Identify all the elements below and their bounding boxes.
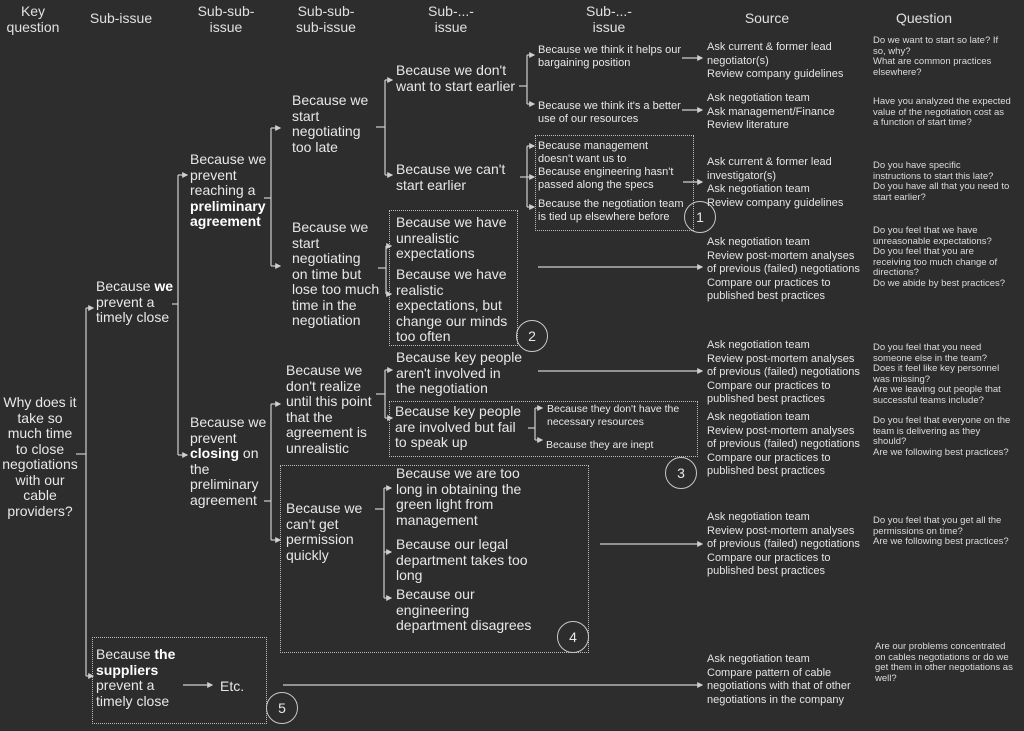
issue-specs: Because engineering hasn't passed along … (538, 166, 674, 191)
issue-change-minds: Because we have realistic expectations, … (396, 266, 508, 344)
sub-sub-issue-closing: Because we prevent closing on the prelim… (190, 414, 267, 508)
question-5: Do you feel that you need someone else i… (873, 342, 1001, 406)
source-6: Ask negotiation team Review post-mortem … (707, 411, 860, 477)
issue-engineering: Because our engineering department disag… (396, 586, 532, 633)
issue-resources: Because we think it's a better use of ou… (538, 100, 681, 125)
source-8: Ask negotiation team Compare pattern of … (707, 653, 851, 706)
sub-sub-issue-preliminary: Because we prevent reaching a preliminar… (190, 151, 267, 229)
header-sub-n-issue-1: Sub-...- issue (428, 3, 474, 35)
group-number-5: 5 (266, 692, 298, 724)
group-number-4: 4 (557, 621, 589, 653)
issue-management: Because management doesn't want us to (538, 140, 649, 165)
group-number-3: 3 (665, 457, 697, 489)
issue-bargaining: Because we think it helps our bargaining… (538, 44, 682, 69)
question-6: Do you feel that everyone on the team is… (873, 415, 1011, 458)
issue-lose-time: Because we start negotiating on time but… (292, 219, 380, 328)
header-source: Source (744, 10, 790, 26)
group-box-5 (92, 637, 267, 724)
issue-legal: Because our legal department takes too l… (396, 536, 528, 583)
issue-key-fail-speak: Because key people are involved but fail… (395, 403, 522, 450)
question-1: Do we want to start so late? If so, why?… (873, 35, 999, 78)
source-2: Ask negotiation team Ask management/Fina… (707, 92, 835, 131)
issue-no-resources: Because they don't have the necessary re… (547, 403, 680, 428)
issue-inept: Because they are inept (546, 439, 654, 451)
header-key-question: Key question (6, 3, 60, 35)
header-sub-sub-issue: Sub-sub- issue (197, 3, 255, 35)
source-3: Ask current & former lead investigator(s… (707, 156, 844, 209)
question-2: Have you analyzed the expected value of … (873, 96, 1011, 128)
group-number-2: 2 (516, 320, 548, 352)
question-4: Do you feel that we have unreasonable ex… (873, 225, 1006, 289)
issue-green-light: Because we are too long in obtaining the… (396, 465, 522, 528)
source-1: Ask current & former lead negotiator(s) … (707, 41, 844, 80)
question-3: Do you have specific instructions to sta… (873, 160, 1010, 203)
source-5: Ask negotiation team Review post-mortem … (707, 339, 860, 405)
issue-unrealistic: Because we have unrealistic expectations (396, 214, 507, 261)
header-question: Question (895, 10, 953, 26)
header-sub-issue: Sub-issue (89, 10, 153, 26)
issue-tied-up: Because the negotiation team is tied up … (538, 198, 684, 223)
header-sub-sub-sub-issue: Sub-sub- sub-issue (296, 3, 356, 35)
issue-cant-start: Because we can't start earlier (396, 161, 506, 193)
issue-too-late: Because we start negotiating too late (292, 92, 369, 155)
question-7: Do you feel that you get all the permiss… (873, 515, 1009, 547)
issue-key-not-involved: Because key people aren't involved in th… (396, 349, 523, 396)
key-question: Why does it take so much time to close n… (2, 394, 78, 519)
issue-dont-want: Because we don't want to start earlier (396, 62, 516, 94)
issue-dont-realize: Because we don't realize until this poin… (286, 362, 372, 456)
question-8: Are our problems concentrated on cables … (875, 641, 1013, 684)
sub-issue-we-prevent: Because we prevent a timely close (96, 278, 174, 325)
header-sub-n-issue-2: Sub-...- issue (586, 3, 632, 35)
source-7: Ask negotiation team Review post-mortem … (707, 511, 860, 577)
source-4: Ask negotiation team Review post-mortem … (707, 236, 860, 302)
